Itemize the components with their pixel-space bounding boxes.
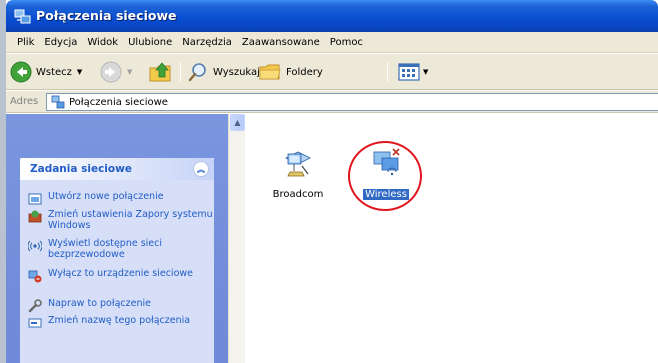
connection-label: Broadcom [272, 189, 324, 200]
menu-plik[interactable]: Plik [12, 37, 39, 48]
task-label: Wyświetl dostępne sieci bezprzewodowe [48, 238, 163, 260]
repair-wrench-icon [28, 299, 42, 313]
task-label: Zmień nazwę tego połączenia [48, 315, 191, 326]
forward-arrow-icon [100, 61, 122, 83]
views-icon [398, 63, 420, 81]
task-label: Napraw to połączenie [48, 298, 151, 309]
folders-button[interactable]: Foldery [258, 54, 323, 90]
disable-device-icon [28, 270, 42, 283]
task-rename-connection[interactable]: Zmień nazwę tego połączenia [28, 315, 214, 330]
forward-button[interactable]: ▼ [100, 54, 132, 90]
back-button[interactable]: Wstecz ▼ [10, 54, 82, 90]
rename-icon [28, 318, 42, 328]
annotation-circle [348, 141, 422, 211]
back-label: Wstecz [36, 66, 72, 78]
task-box-header[interactable]: Zadania sieciowe ︽ [20, 158, 214, 180]
address-label: Adres [10, 96, 39, 107]
lan-connection-icon [285, 151, 311, 177]
views-button[interactable]: ▼ [397, 54, 428, 90]
address-bar: Adres Połączenia sieciowe [6, 91, 658, 113]
window-title: Połączenia sieciowe [36, 8, 177, 23]
up-folder-button[interactable] [148, 54, 174, 90]
folders-icon [259, 64, 281, 80]
views-dropdown-icon[interactable]: ▼ [423, 68, 428, 76]
menu-bar: Plik Edycja Widok Ulubione Narzędzia Zaa… [6, 32, 658, 53]
wireless-signal-icon [28, 240, 42, 252]
network-connections-icon [14, 9, 31, 24]
task-box-title: Zadania sieciowe [30, 163, 132, 175]
task-view-wireless[interactable]: Wyświetl dostępne sieci bezprzewodowe [28, 238, 214, 260]
forward-dropdown-icon[interactable]: ▼ [127, 68, 132, 76]
vertical-scrollbar[interactable]: ▲ [228, 114, 245, 363]
menu-zaawansowane[interactable]: Zaawansowane [237, 37, 325, 48]
task-repair-connection[interactable]: Napraw to połączenie [28, 298, 214, 313]
search-button[interactable]: Wyszukaj [187, 54, 260, 90]
task-create-connection[interactable]: Utwórz nowe połączenie [28, 191, 214, 206]
title-bar[interactable]: Połączenia sieciowe [6, 0, 658, 32]
address-field[interactable]: Połączenia sieciowe [46, 93, 658, 111]
search-label: Wyszukaj [213, 66, 260, 78]
task-firewall-settings[interactable]: Zmień ustawienia Zapory systemu Windows [28, 209, 214, 231]
task-pane: Zadania sieciowe ︽ Utwórz nowe połączeni… [6, 114, 228, 363]
connection-broadcom[interactable]: Broadcom [266, 144, 330, 200]
menu-ulubione[interactable]: Ulubione [123, 37, 177, 48]
toolbar-separator [387, 62, 388, 82]
task-disable-device[interactable]: Wyłącz to urządzenie sieciowe [28, 268, 214, 283]
folders-label: Foldery [286, 66, 323, 78]
address-value: Połączenia sieciowe [69, 96, 168, 108]
back-arrow-icon [10, 61, 32, 83]
task-label: Zmień ustawienia Zapory systemu Windows [48, 209, 213, 231]
explorer-window: Połączenia sieciowe Plik Edycja Widok Ul… [6, 0, 658, 363]
menu-widok[interactable]: Widok [82, 37, 123, 48]
up-folder-icon [149, 62, 171, 82]
firewall-icon [28, 210, 42, 223]
scroll-up-arrow-icon[interactable]: ▲ [230, 114, 245, 131]
toolbar-separator [180, 62, 181, 82]
menu-edycja[interactable]: Edycja [39, 37, 82, 48]
task-label: Wyłącz to urządzenie sieciowe [48, 268, 194, 279]
menu-pomoc[interactable]: Pomoc [325, 37, 368, 48]
network-connections-icon [51, 95, 65, 109]
toolbar: Wstecz ▼ ▼ Wyszukaj Foldery ▼ [6, 54, 658, 90]
back-dropdown-icon[interactable]: ▼ [77, 68, 82, 76]
new-connection-icon [28, 193, 42, 205]
connections-list: Broadcom Wireless [246, 114, 658, 363]
task-label: Utwórz nowe połączenie [48, 191, 164, 202]
task-box [20, 158, 214, 363]
menu-narzedzia[interactable]: Narzędzia [177, 37, 237, 48]
search-icon [188, 63, 206, 82]
collapse-chevron-icon[interactable]: ︽ [193, 161, 209, 177]
